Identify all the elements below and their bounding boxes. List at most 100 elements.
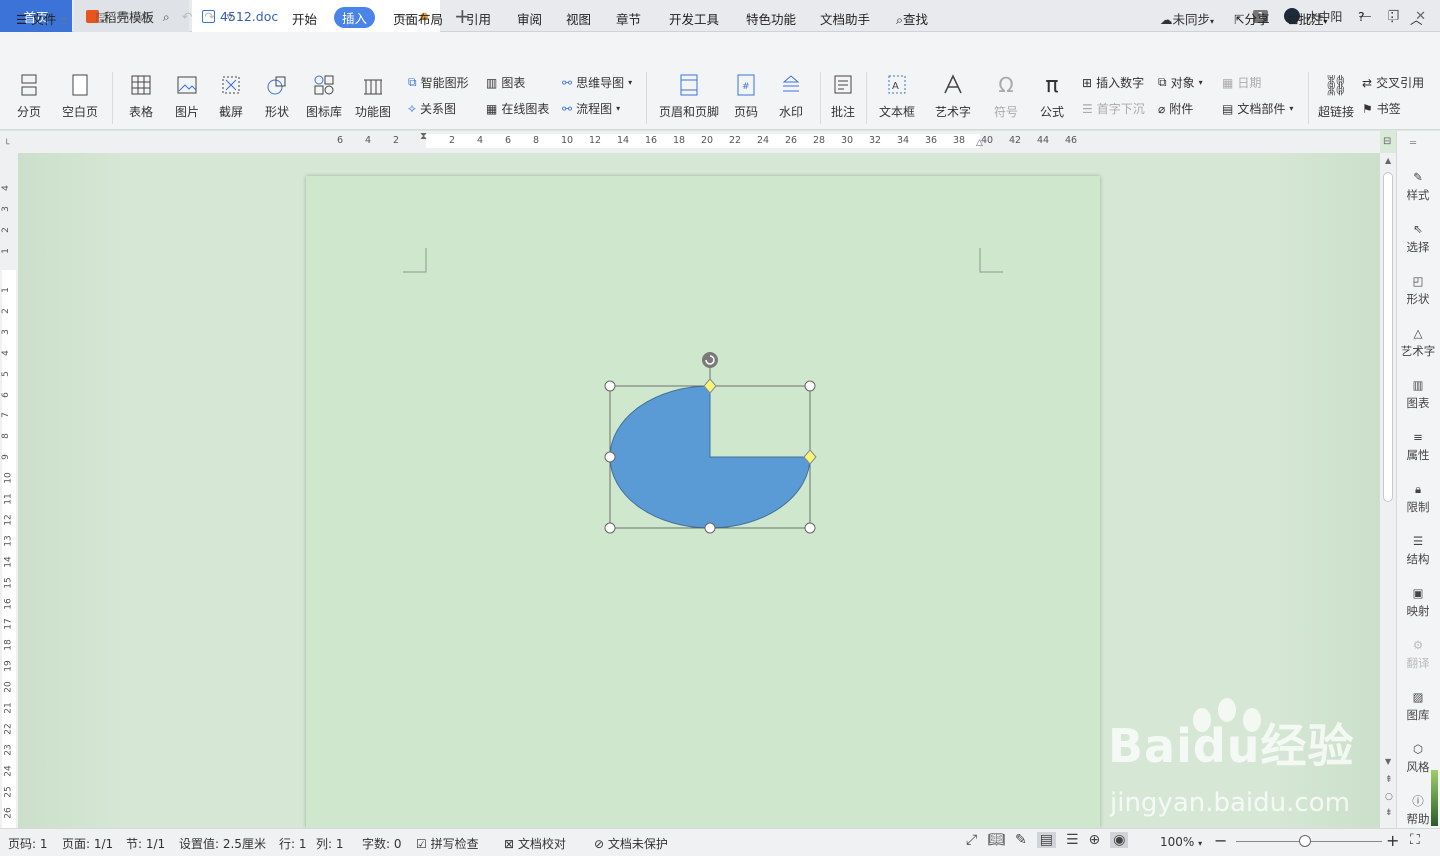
prev-page-icon[interactable]: ⇞ [1385, 775, 1393, 785]
pie-shape-fill[interactable] [609, 385, 811, 529]
online-chart-button[interactable]: ▦ 在线图表 [486, 100, 549, 117]
panel-properties[interactable]: ≡ 属性 [1396, 428, 1440, 463]
smart-shape-button[interactable]: ⧉ 智能图形 [408, 74, 469, 91]
spell-check-button[interactable]: ☑ 拼写检查 [416, 835, 479, 852]
panel-collapse-icon[interactable]: ═ [1410, 138, 1416, 149]
next-page-icon[interactable]: ⇟ [1385, 808, 1393, 818]
blank-page-button[interactable]: 空白页 [56, 66, 104, 120]
menu-layout[interactable]: 页面布局 [393, 9, 443, 28]
chart-button[interactable]: ▥ 图表 [486, 74, 525, 91]
page-number-button[interactable]: # 页码 [728, 66, 764, 120]
scroll-down-icon[interactable]: ▼ [1385, 757, 1391, 766]
panel-select[interactable]: ⇖ 选择 [1396, 220, 1440, 255]
panel-restrict[interactable]: 🔒︎ 限制 [1396, 480, 1440, 515]
screenshot-button[interactable]: 截屏 [212, 66, 250, 120]
symbol-button[interactable]: Ω 符号 [988, 66, 1024, 120]
scroll-up-icon[interactable]: ▲ [1385, 156, 1391, 165]
header-footer-button[interactable]: 页眉和页脚 [656, 66, 722, 120]
menu-reference[interactable]: 引用 [466, 9, 491, 28]
bookmark-button[interactable]: ⚑ 书签 [1362, 100, 1401, 117]
fullscreen-icon[interactable]: ⤢ [966, 832, 977, 848]
status-page[interactable]: 页码: 1 [8, 835, 48, 852]
fit-page-icon[interactable]: ⛶ [1410, 832, 1420, 848]
print-icon[interactable]: ⎙ [141, 9, 151, 30]
zoom-level[interactable]: 100% ▾ [1160, 835, 1202, 849]
select-browse-icon[interactable]: ○ [1385, 792, 1393, 802]
menu-chapter[interactable]: 章节 [616, 9, 641, 28]
panel-chart[interactable]: ▥ 图表 [1396, 376, 1440, 411]
flowchart-button[interactable]: ⚯ 流程图 ▾ [562, 100, 620, 117]
panel-structure[interactable]: ☰ 结构 [1396, 532, 1440, 567]
indent-marker-icon[interactable]: ⧗ [420, 131, 427, 142]
dropcap-button[interactable]: ☰ 首字下沉 [1082, 100, 1145, 117]
panel-wordart[interactable]: △ 艺术字 [1396, 324, 1440, 359]
web-view-icon[interactable]: ⊕ [1089, 832, 1101, 848]
customize-icon[interactable]: ▿ [227, 9, 233, 30]
panel-style[interactable]: ✎ 样式 [1396, 168, 1440, 203]
panel-translate[interactable]: ⚙ 翻译 [1396, 636, 1440, 671]
sync-button[interactable]: ☁未同步▾ [1160, 9, 1214, 28]
watermark-button[interactable]: 水印 [772, 66, 810, 120]
proofread-button[interactable]: ⊠ 文档校对 [504, 835, 566, 852]
zoom-in-icon[interactable]: + [1386, 831, 1399, 850]
crossref-button[interactable]: ⇄ 交叉引用 [1362, 74, 1430, 91]
menu-insert[interactable]: 插入 [334, 7, 376, 28]
split-view-icon[interactable]: ⊟ [1383, 136, 1391, 147]
status-pages[interactable]: 页面: 1/1 [62, 835, 113, 852]
shape-button[interactable]: 形状 [258, 66, 296, 120]
menu-review[interactable]: 审阅 [517, 9, 542, 28]
undo-icon[interactable]: ↶ [182, 9, 192, 30]
eye-protect-icon[interactable]: ◉ [1110, 832, 1129, 848]
menu-assistant[interactable]: 文档助手 [820, 9, 870, 28]
help-button[interactable]: ? [1358, 9, 1365, 24]
rotate-handle-icon[interactable] [702, 352, 718, 368]
export-icon[interactable]: ⎘ [119, 9, 129, 30]
table-button[interactable]: 表格 [122, 66, 160, 120]
status-col[interactable]: 列: 1 [316, 835, 344, 852]
menu-developer[interactable]: 开发工具 [669, 9, 719, 28]
wordart-button[interactable]: 艺术字 [930, 66, 976, 120]
status-setting[interactable]: 设置值: 2.5厘米 [179, 835, 266, 852]
zoom-slider-thumb[interactable] [1299, 835, 1311, 847]
outline-view-icon[interactable]: ☰ [1066, 832, 1079, 848]
collapse-ribbon-icon[interactable]: ︿ [1410, 9, 1423, 28]
pie-shape[interactable] [598, 348, 824, 542]
page-view-icon[interactable]: ▤ [1036, 832, 1056, 848]
print-preview-icon[interactable]: ⌕ [163, 9, 170, 30]
function-chart-button[interactable]: 功能图 [350, 66, 396, 120]
doc-parts-button[interactable]: ▤ 文档部件 ▾ [1222, 100, 1293, 117]
formula-button[interactable]: π 公式 [1034, 66, 1070, 120]
read-mode-icon[interactable]: 📖︎ [987, 832, 1005, 848]
icon-library-button[interactable]: 图标库 [302, 66, 346, 120]
protect-button[interactable]: ⊘ 文档未保护 [594, 835, 668, 852]
date-button[interactable]: ▦ 日期 [1222, 74, 1261, 91]
right-indent-icon[interactable]: △ [976, 138, 983, 148]
menu-features[interactable]: 特色功能 [746, 9, 796, 28]
textbox-button[interactable]: A 文本框 [874, 66, 920, 120]
menu-start[interactable]: 开始 [292, 9, 317, 28]
scrollbar-thumb[interactable] [1383, 172, 1393, 502]
mind-map-button[interactable]: ⚯ 思维导图 ▾ [562, 74, 632, 91]
panel-gallery[interactable]: ▨ 图库 [1396, 688, 1440, 723]
annotation-button[interactable]: 批注 [826, 66, 860, 120]
save-icon[interactable]: 🖫 [96, 9, 107, 30]
tab-stop-icon[interactable]: └ [4, 140, 9, 150]
hyperlink-button[interactable]: ⛓ 超链接 [1314, 66, 1358, 120]
redo-icon[interactable]: ↷ [204, 9, 214, 30]
comment-button[interactable]: ⊡批注▾ [1288, 9, 1328, 28]
relation-chart-button[interactable]: ⟡ 关系图 [408, 100, 456, 117]
status-words[interactable]: 字数: 0 [362, 835, 402, 852]
panel-mapping[interactable]: ▣ 映射 [1396, 584, 1440, 619]
insert-number-button[interactable]: ⊞ 插入数字 [1082, 74, 1144, 91]
file-menu[interactable]: ☰ 文件 ▽ [16, 9, 67, 28]
attachment-button[interactable]: ⌀ 附件 [1158, 100, 1193, 117]
page-break-button[interactable]: 分页 [10, 66, 48, 120]
zoom-out-icon[interactable]: − [1214, 831, 1227, 850]
status-row[interactable]: 行: 1 [279, 835, 307, 852]
object-button[interactable]: ⧉ 对象 ▾ [1158, 74, 1203, 91]
share-button[interactable]: ⇱分享 [1234, 9, 1270, 28]
more-icon[interactable]: ⋮ [1386, 9, 1399, 24]
status-section[interactable]: 节: 1/1 [126, 835, 165, 852]
menu-view[interactable]: 视图 [566, 9, 591, 28]
panel-shape[interactable]: ◰ 形状 [1396, 272, 1440, 307]
